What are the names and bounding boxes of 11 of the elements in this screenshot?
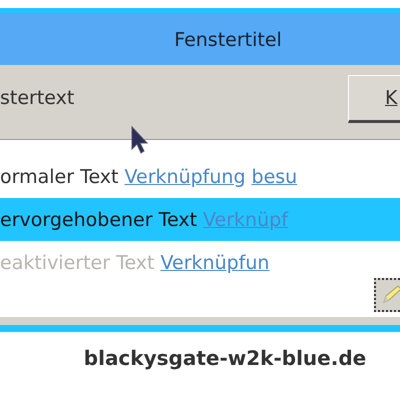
row-text: ormaler Text [0,166,118,188]
row-text: eaktivierter Text [0,252,155,274]
window-text: stertext [0,87,74,109]
button[interactable]: K [348,75,400,123]
caption: blackysgate-w2k-blue.de [82,346,368,370]
pencil-icon[interactable] [374,278,400,312]
link[interactable]: Verknüpfung [124,166,246,188]
link[interactable]: besu [252,166,298,188]
window-title: Fenstertitel [174,28,282,50]
row-text: ervorgehobener Text [0,208,198,230]
mouse-pointer-icon [130,125,150,155]
